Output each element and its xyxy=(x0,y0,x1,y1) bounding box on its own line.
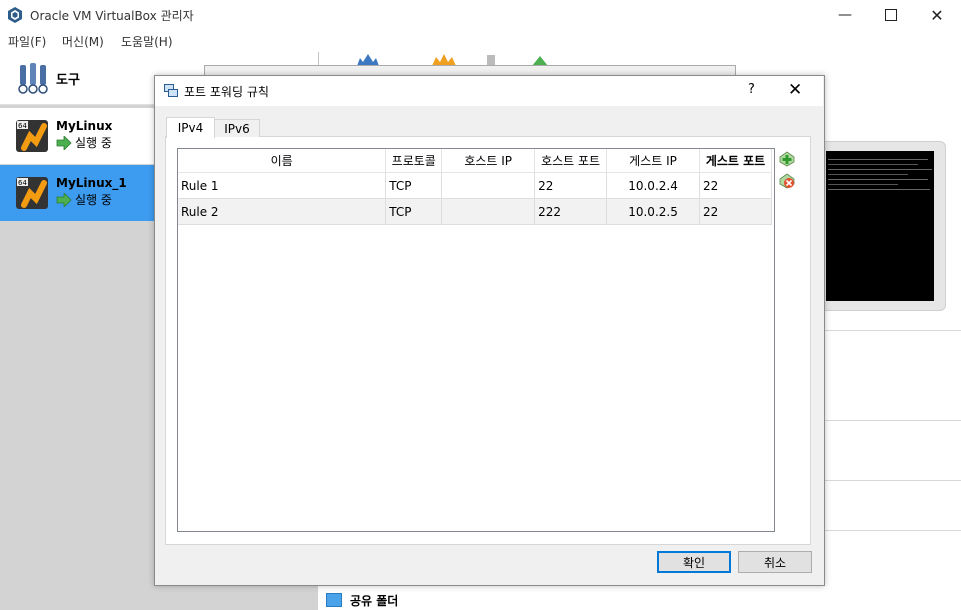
column-header-host-ip[interactable]: 호스트 IP xyxy=(441,149,536,173)
menu-machine[interactable]: 머신(M) xyxy=(62,33,104,50)
cell-host-ip[interactable] xyxy=(441,172,536,199)
column-header-protocol[interactable]: 프로토콜 xyxy=(385,149,443,173)
maximize-button[interactable] xyxy=(868,0,914,30)
cell-host-ip[interactable] xyxy=(441,198,536,225)
folder-icon xyxy=(326,593,342,607)
vm-name: MyLinux xyxy=(56,119,113,133)
virtualbox-logo-icon xyxy=(8,7,22,23)
cell-name[interactable]: Rule 1 xyxy=(178,172,387,199)
vm-status-label: 실행 중 xyxy=(75,193,112,207)
tab-ipv6[interactable]: IPv6 xyxy=(214,119,260,137)
shared-folders-label: 공유 폴더 xyxy=(350,594,399,608)
cell-guest-port[interactable]: 22 xyxy=(699,172,772,199)
vm-status-label: 실행 중 xyxy=(75,136,112,150)
tools-label: 도구 xyxy=(56,73,80,88)
remove-rule-icon[interactable] xyxy=(779,173,795,189)
cell-guest-ip[interactable]: 10.0.2.5 xyxy=(606,198,701,225)
cell-guest-ip[interactable]: 10.0.2.4 xyxy=(606,172,701,199)
cell-protocol[interactable]: TCP xyxy=(385,172,443,199)
cell-host-port[interactable]: 222 xyxy=(534,198,608,225)
table-row[interactable]: Rule 2 TCP 222 10.0.2.5 22 xyxy=(178,198,772,225)
window-title: Oracle VM VirtualBox 관리자 xyxy=(30,9,194,23)
column-header-guest-ip[interactable]: 게스트 IP xyxy=(606,149,701,173)
column-header-name[interactable]: 이름 xyxy=(178,149,387,173)
network-icon xyxy=(164,84,178,97)
linux-64-os-icon: 64 xyxy=(16,177,48,209)
vm-status: 실행 중 xyxy=(56,134,112,151)
cell-host-port[interactable]: 22 xyxy=(534,172,608,199)
column-header-host-port[interactable]: 호스트 포트 xyxy=(534,149,608,173)
cell-guest-port[interactable]: 22 xyxy=(699,198,772,225)
add-rule-icon[interactable] xyxy=(779,151,795,167)
vm-name: MyLinux_1 xyxy=(56,176,127,190)
linux-64-os-icon: 64 xyxy=(16,120,48,152)
svg-text:64: 64 xyxy=(18,122,27,130)
close-icon: ✕ xyxy=(788,80,803,100)
details-separator xyxy=(820,330,961,331)
running-arrow-icon xyxy=(56,135,72,150)
rules-table: 이름 프로토콜 호스트 IP 호스트 포트 게스트 IP 게스트 포트 Rule… xyxy=(178,149,772,225)
minimize-button[interactable]: — xyxy=(822,0,868,30)
vm-status: 실행 중 xyxy=(56,191,112,208)
cancel-button[interactable]: 취소 xyxy=(738,551,812,573)
details-separator xyxy=(820,420,961,421)
maximize-icon xyxy=(885,9,897,21)
ok-button[interactable]: 확인 xyxy=(657,551,731,573)
close-icon: ✕ xyxy=(930,5,944,25)
table-row[interactable]: Rule 1 TCP 22 10.0.2.4 22 xyxy=(178,172,772,199)
cell-protocol[interactable]: TCP xyxy=(385,198,443,225)
close-window-button[interactable]: ✕ xyxy=(914,0,960,30)
help-button[interactable]: ? xyxy=(748,82,755,97)
menu-help[interactable]: 도움말(H) xyxy=(121,33,173,50)
dialog-title: 포트 포워딩 규칙 xyxy=(184,85,269,99)
menu-file[interactable]: 파일(F) xyxy=(8,33,46,50)
preview-screen xyxy=(826,151,934,301)
column-header-guest-port[interactable]: 게스트 포트 xyxy=(699,149,772,173)
details-separator xyxy=(820,530,961,531)
cell-name[interactable]: Rule 2 xyxy=(178,198,387,225)
details-separator xyxy=(820,480,961,481)
tools-icon xyxy=(18,63,48,94)
tab-ipv4[interactable]: IPv4 xyxy=(166,117,215,138)
shared-folders-section[interactable]: 공유 폴더 xyxy=(318,584,961,610)
minimize-icon: — xyxy=(838,7,852,23)
svg-text:64: 64 xyxy=(18,179,27,187)
running-arrow-icon xyxy=(56,192,72,207)
dialog-close-button[interactable]: ✕ xyxy=(788,80,802,100)
